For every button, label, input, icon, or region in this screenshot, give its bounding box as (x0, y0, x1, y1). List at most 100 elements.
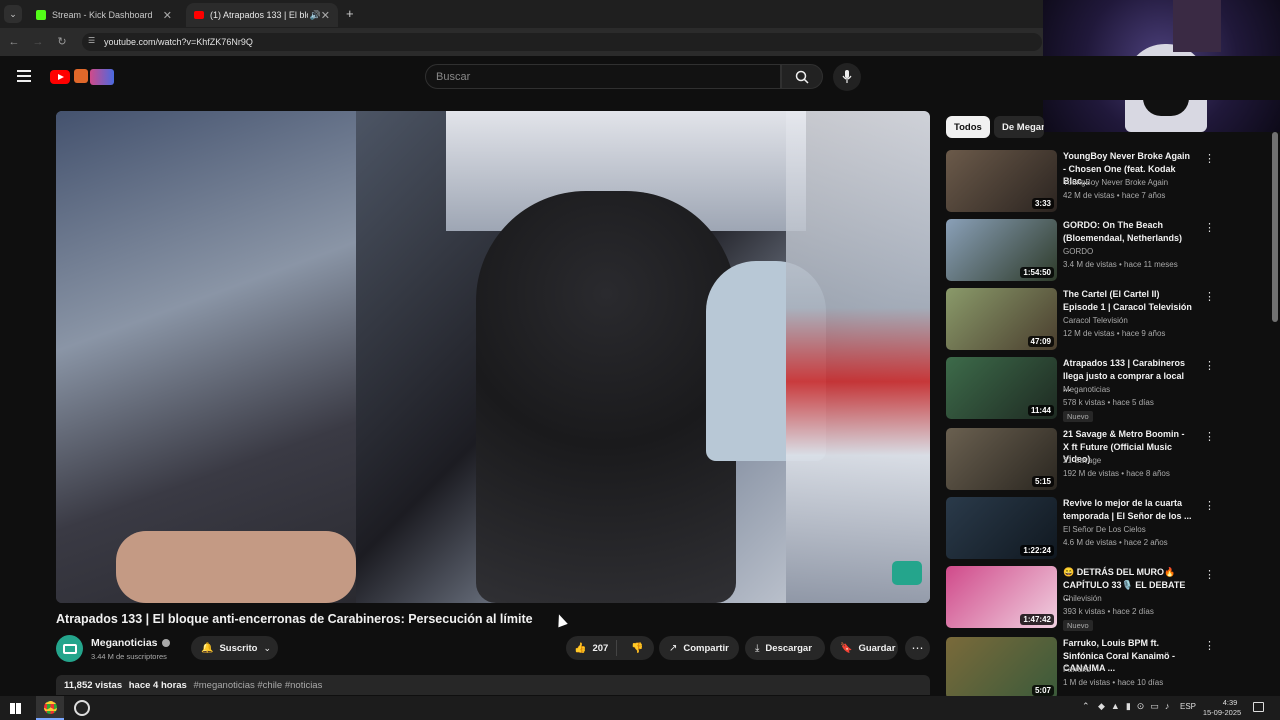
recommendation-thumbnail[interactable]: 47:09 (946, 288, 1057, 350)
clock-time[interactable]: 4:39 (1210, 698, 1250, 707)
subscribed-label: Suscrito (219, 642, 258, 654)
recommendation-meta: 3.4 M de vistas • hace 11 meses (1063, 260, 1178, 269)
share-button[interactable]: ↗ Compartir (659, 636, 739, 660)
chip-de-megan[interactable]: De Megan (994, 116, 1044, 138)
tab-label: Stream - Kick Dashboard (52, 10, 153, 20)
scrollbar[interactable] (1272, 132, 1278, 692)
recommendation-thumbnail[interactable]: 5:07 (946, 637, 1057, 699)
recommendation-thumbnail[interactable]: 1:54:50 (946, 219, 1057, 281)
video-frame-hand (116, 531, 356, 603)
recommendation-card[interactable]: 1:22:24 Revive lo mejor de la cuarta temp… (946, 497, 1266, 563)
recommendation-channel[interactable]: 21 Savage (1063, 456, 1101, 465)
new-badge: Nuevo (1063, 411, 1093, 422)
description-box[interactable]: 11,852 vistas hace 4 horas #meganoticias… (56, 675, 930, 695)
more-vert-icon[interactable]: ⋮ (1204, 359, 1215, 372)
new-tab-button[interactable]: + (346, 6, 354, 21)
search-input[interactable]: Buscar (425, 64, 781, 89)
reload-button[interactable]: ↻ (54, 34, 70, 50)
more-vert-icon[interactable]: ⋮ (1204, 152, 1215, 165)
close-icon[interactable]: ✕ (321, 9, 330, 22)
url-text: youtube.com/watch?v=KhfZK76Nr9Q (104, 37, 253, 47)
site-info-icon[interactable]: ☰ (88, 36, 95, 45)
recommendation-card[interactable]: 3:33 YoungBoy Never Broke Again - Chosen … (946, 150, 1266, 216)
search-placeholder: Buscar (436, 70, 471, 83)
more-vert-icon[interactable]: ⋮ (1204, 430, 1215, 443)
windows-taskbar: ⌃ ◆▲▮⊙▭♪ ESP 4:39 15-09-2025 (0, 696, 1280, 720)
back-button[interactable]: ← (6, 34, 22, 50)
recommendation-card[interactable]: 5:15 21 Savage & Metro Boomin - X ft Futu… (946, 428, 1266, 494)
duration-badge: 1:22:24 (1020, 545, 1054, 556)
channel-name[interactable]: Meganoticias (91, 637, 170, 649)
recommendation-title[interactable]: GORDO: On The Beach (Bloemendaal, Nether… (1063, 219, 1193, 244)
more-vert-icon[interactable]: ⋮ (1204, 221, 1215, 234)
tray-icons[interactable]: ◆▲▮⊙▭♪ (1098, 701, 1175, 712)
tab-kick-dashboard[interactable]: Stream - Kick Dashboard ✕ (28, 3, 180, 27)
recommendation-card[interactable]: 5:07 Farruko, Louis BPM ft. Sinfónica Cor… (946, 637, 1266, 703)
more-actions-button[interactable]: ⋯ (905, 636, 930, 660)
close-icon[interactable]: ✕ (163, 9, 172, 22)
recommendation-card[interactable]: 1:47:42 😄 DETRÁS DEL MURO🔥 CAPÍTULO 33🎙️ … (946, 566, 1266, 632)
recommendation-thumbnail[interactable]: 5:15 (946, 428, 1057, 490)
more-vert-icon[interactable]: ⋮ (1204, 290, 1215, 303)
recommendation-card[interactable]: 11:44 Atrapados 133 | Carabineros llega j… (946, 357, 1266, 423)
like-button[interactable]: 👍 207 (566, 640, 618, 656)
recommendation-channel[interactable]: Chilevisión (1063, 594, 1102, 603)
hashtags[interactable]: #meganoticias #chile #noticias (193, 680, 322, 691)
recommendation-title[interactable]: The Cartel (El Cartel II) Episode 1 | Ca… (1063, 288, 1193, 313)
tray-chevron-icon[interactable]: ⌃ (1082, 701, 1090, 712)
clock-date[interactable]: 15-09-2025 (1200, 708, 1244, 717)
subscribed-button[interactable]: 🔔 Suscrito ⌄ (191, 636, 278, 660)
recommendation-title[interactable]: Revive lo mejor de la cuarta temporada |… (1063, 497, 1193, 522)
speaker-icon[interactable]: 🔊 (310, 10, 321, 21)
address-bar[interactable]: ☰ youtube.com/watch?v=KhfZK76Nr9Q (82, 33, 1042, 51)
dislike-button[interactable]: 👎 (623, 643, 651, 654)
recommendation-meta: 192 M de vistas • hace 8 años (1063, 469, 1170, 478)
new-badge: Nuevo (1063, 620, 1093, 631)
input-language[interactable]: ESP (1180, 702, 1196, 711)
voice-search-button[interactable] (833, 63, 861, 91)
video-player[interactable] (56, 111, 930, 603)
recommendation-thumbnail[interactable]: 1:22:24 (946, 497, 1057, 559)
video-frame-officer (476, 191, 736, 603)
recommendation-thumbnail[interactable]: 1:47:42 (946, 566, 1057, 628)
tab-youtube-video[interactable]: (1) Atrapados 133 | El bloq 🔊 ✕ (186, 3, 338, 27)
chip-label: De Megan (1002, 121, 1044, 133)
puzzle-icon (74, 69, 88, 83)
forward-button[interactable]: → (30, 34, 46, 50)
menu-icon[interactable] (17, 70, 31, 82)
recommendation-card[interactable]: 47:09 The Cartel (El Cartel II) Episode 1… (946, 288, 1266, 354)
chrome-taskbar-icon[interactable] (36, 696, 64, 720)
obs-taskbar-icon[interactable] (74, 700, 90, 716)
more-vert-icon[interactable]: ⋮ (1204, 639, 1215, 652)
save-button[interactable]: 🔖 Guardar (830, 636, 898, 660)
recommendation-thumbnail[interactable]: 11:44 (946, 357, 1057, 419)
recommendation-channel[interactable]: Farruko (1063, 665, 1091, 674)
recommendation-thumbnail[interactable]: 3:33 (946, 150, 1057, 212)
download-button[interactable]: ⤓ Descargar (745, 636, 825, 660)
youtube-logo[interactable] (50, 68, 116, 86)
more-vert-icon[interactable]: ⋮ (1204, 499, 1215, 512)
tab-list-dropdown[interactable]: ⌄ (4, 5, 22, 23)
recommendation-channel[interactable]: El Señor De Los Cielos (1063, 525, 1146, 534)
recommendation-card[interactable]: 1:54:50 GORDO: On The Beach (Bloemendaal,… (946, 219, 1266, 285)
recommendation-channel[interactable]: Caracol Televisión (1063, 316, 1128, 325)
chip-todos[interactable]: Todos (946, 116, 990, 138)
channel-avatar[interactable] (56, 635, 83, 662)
windows-start-icon[interactable] (10, 703, 21, 714)
more-vert-icon[interactable]: ⋮ (1204, 568, 1215, 581)
view-count: 11,852 vistas (64, 680, 123, 691)
search-button[interactable] (781, 64, 823, 89)
notifications-icon[interactable] (1253, 702, 1264, 712)
recommendation-meta: 4.6 M de vistas • hace 2 años (1063, 538, 1168, 547)
recommendation-channel[interactable]: YoungBoy Never Broke Again (1063, 178, 1168, 187)
upload-age: hace 4 horas (128, 680, 187, 691)
duration-badge: 5:15 (1031, 476, 1054, 487)
recommendation-meta: 578 k vistas • hace 5 días (1063, 398, 1154, 407)
play-triangle-icon (58, 74, 64, 80)
bookmark-icon: 🔖 (840, 642, 853, 654)
recommendation-meta: 42 M de vistas • hace 7 años (1063, 191, 1166, 200)
subscriber-count: 3.44 M de suscriptores (91, 652, 167, 661)
scrollbar-thumb[interactable] (1272, 132, 1278, 322)
recommendation-channel[interactable]: GORDO (1063, 247, 1093, 256)
recommendation-channel[interactable]: Meganoticias (1063, 385, 1110, 394)
